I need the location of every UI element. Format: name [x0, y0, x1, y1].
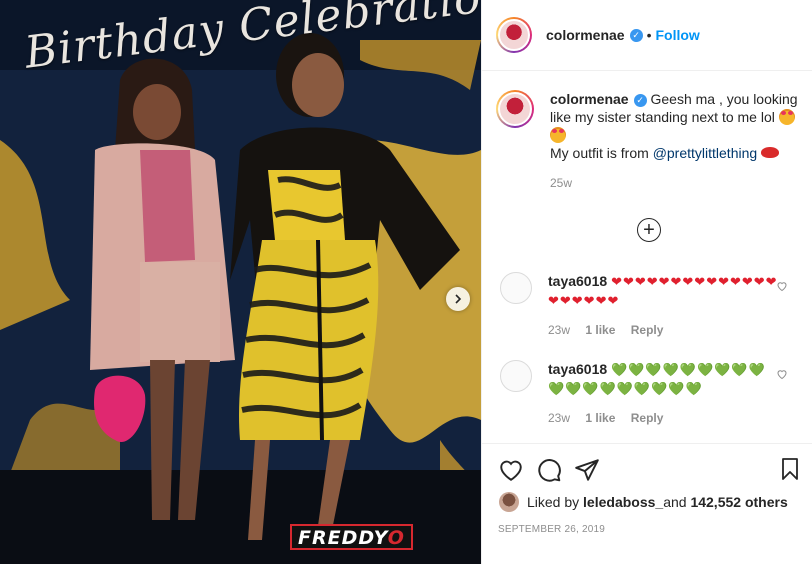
- caption-mention-link[interactable]: @prettylittlething: [653, 145, 757, 161]
- chevron-right-icon: [455, 294, 462, 304]
- post-header: colormenae ✓ • Follow: [482, 0, 812, 71]
- kiss-mark-icon: [761, 147, 780, 158]
- post-photo[interactable]: Birthday Celebration FREDDYO: [0, 0, 481, 564]
- caption-username[interactable]: colormenae: [550, 91, 629, 107]
- photo-scene: [0, 0, 481, 564]
- comment-username[interactable]: taya6018: [548, 361, 607, 377]
- heart-icon[interactable]: [776, 368, 788, 380]
- comment-username[interactable]: taya6018: [548, 273, 607, 289]
- reply-button[interactable]: Reply: [631, 323, 664, 337]
- comment-avatar[interactable]: [500, 360, 532, 392]
- likes-prefix: Liked by: [527, 494, 580, 510]
- bookmark-save-icon[interactable]: [778, 457, 802, 481]
- comment-body: taya6018 💚💚💚💚💚💚💚💚💚💚💚💚💚💚💚💚💚💚 23w 1 like R…: [548, 360, 778, 428]
- watermark-suffix: O: [387, 527, 405, 549]
- likes-middle: and: [663, 494, 687, 510]
- smiling-face-with-hearts-icon: [550, 127, 566, 143]
- comment-likes[interactable]: 1 like: [585, 411, 615, 425]
- heart-icon[interactable]: [776, 280, 788, 292]
- post-actions: Liked by leledaboss_ and 142,552 others …: [482, 443, 812, 564]
- follow-button[interactable]: Follow: [656, 27, 700, 43]
- liker-avatar[interactable]: [499, 492, 519, 512]
- like-heart-icon[interactable]: [498, 457, 524, 483]
- caption-body: colormenae ✓ Geesh ma , you looking like …: [550, 90, 798, 192]
- smiling-face-with-hearts-icon: [778, 109, 795, 125]
- author-avatar[interactable]: [496, 17, 532, 53]
- comment-bubble-icon[interactable]: [536, 457, 562, 483]
- caption-timestamp[interactable]: 25w: [550, 174, 798, 192]
- author-username[interactable]: colormenae: [546, 27, 625, 43]
- comment-item: taya6018 ❤❤❤❤❤❤❤❤❤❤❤❤❤❤❤❤❤❤❤❤ 23w 1 like…: [500, 272, 798, 340]
- post-caption: colormenae ✓ Geesh ma , you looking like …: [496, 90, 798, 192]
- reply-button[interactable]: Reply: [631, 411, 664, 425]
- verified-badge-icon: ✓: [629, 28, 643, 42]
- comment-avatar[interactable]: [500, 272, 532, 304]
- caption-text-line2: My outfit is from: [550, 145, 653, 161]
- likes-summary: Liked by leledaboss_ and 142,552 others: [482, 484, 812, 512]
- action-icons: [482, 444, 812, 484]
- share-send-icon[interactable]: [574, 457, 600, 483]
- liker-username[interactable]: leledaboss_: [583, 494, 663, 510]
- header-separator: •: [646, 27, 652, 43]
- next-photo-button[interactable]: [446, 287, 470, 311]
- comment-meta: 23w 1 like Reply: [548, 409, 778, 428]
- comment-time[interactable]: 23w: [548, 411, 570, 425]
- comment-likes[interactable]: 1 like: [585, 323, 615, 337]
- comment-time[interactable]: 23w: [548, 323, 570, 337]
- caption-verified-icon: ✓: [633, 94, 647, 107]
- watermark-prefix: FREDDY: [298, 527, 388, 549]
- post-side-panel: colormenae ✓ • Follow colormenae ✓ Geesh …: [481, 0, 812, 564]
- plus-circle-icon: +: [643, 218, 655, 241]
- post-date[interactable]: SEPTEMBER 26, 2019: [482, 512, 812, 535]
- load-more-comments-button[interactable]: +: [637, 218, 661, 242]
- comment-item: taya6018 💚💚💚💚💚💚💚💚💚💚💚💚💚💚💚💚💚💚 23w 1 like R…: [500, 360, 798, 428]
- caption-avatar[interactable]: [496, 90, 534, 128]
- comment-meta: 23w 1 like Reply: [548, 321, 778, 340]
- comment-body: taya6018 ❤❤❤❤❤❤❤❤❤❤❤❤❤❤❤❤❤❤❤❤ 23w 1 like…: [548, 272, 778, 340]
- watermark-logo: FREDDYO: [290, 524, 413, 550]
- likes-count[interactable]: 142,552 others: [690, 494, 787, 510]
